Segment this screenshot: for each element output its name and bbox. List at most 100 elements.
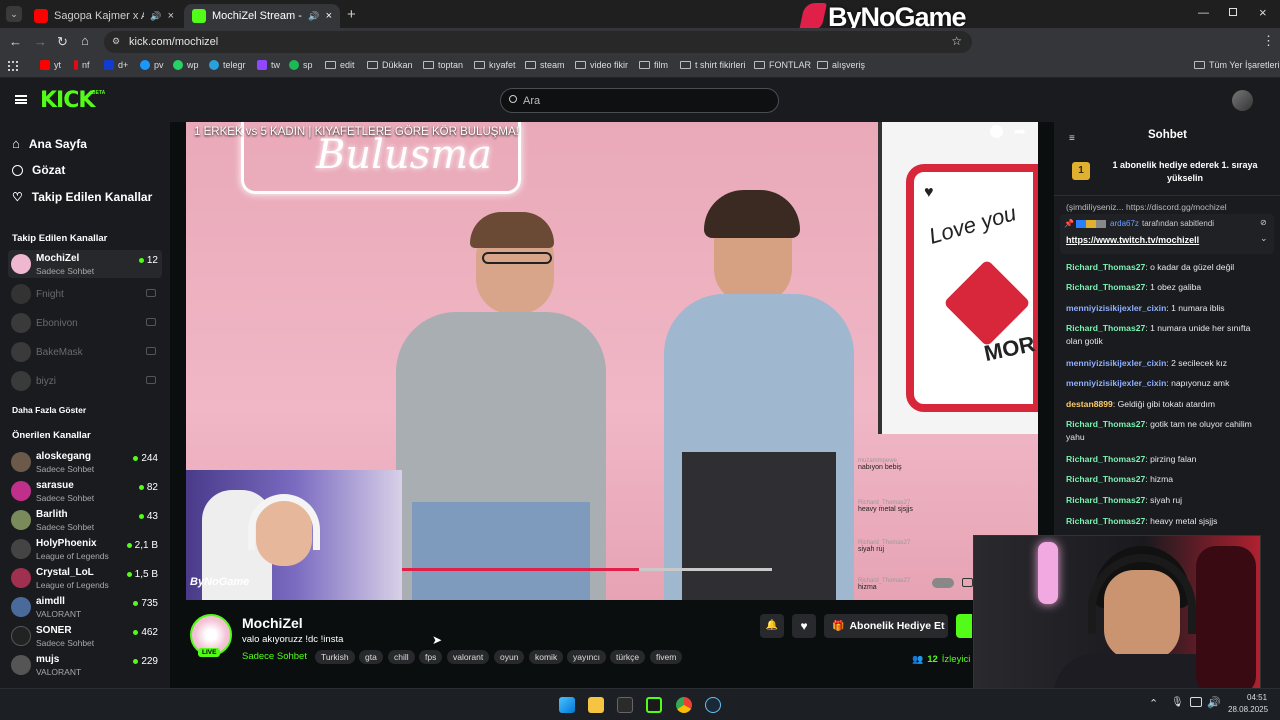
- bookmark-video-fikir[interactable]: video fikir: [575, 60, 628, 70]
- sidebar-channel-sarasue[interactable]: sarasue Sadece Sohbet 82: [8, 477, 162, 505]
- bookmark-kiyafet[interactable]: kıyafet: [474, 60, 516, 70]
- forward-icon[interactable]: →: [34, 34, 47, 49]
- bookmark-toptan[interactable]: toptan: [423, 60, 463, 70]
- sidebar-channel-biyzi[interactable]: biyzi: [8, 367, 162, 395]
- bookmark-fontlar[interactable]: FONTLAR: [754, 60, 811, 70]
- chat-user[interactable]: destan8899: [1066, 399, 1113, 409]
- bookmark-wp[interactable]: wp: [173, 60, 199, 70]
- chat-user[interactable]: menniyizisikijexler_cixin: [1066, 358, 1166, 368]
- subscribe-button[interactable]: [956, 614, 972, 638]
- chrome-icon[interactable]: [676, 697, 692, 713]
- streamer-name[interactable]: MochiZel: [242, 615, 303, 631]
- sidebar-channel-fnight[interactable]: Fnight: [8, 280, 162, 308]
- menu-dots-icon[interactable]: ⋮: [1262, 33, 1275, 49]
- user-avatar[interactable]: [1232, 90, 1253, 111]
- sidebar-channel-mujs[interactable]: mujs VALORANT 229: [8, 651, 162, 679]
- sidebar-channel-aimdll[interactable]: aimdll VALORANT 735: [8, 593, 162, 621]
- all-bookmarks[interactable]: Tüm Yer İşaretleri: [1194, 60, 1280, 70]
- pinned-message[interactable]: 📌 arda67z tarafından sabitlendi ⊘ https:…: [1060, 214, 1274, 254]
- collapse-chat-icon[interactable]: ≡: [1069, 133, 1075, 144]
- sidebar-channel-barlith[interactable]: Barlith Sadece Sohbet 43: [8, 506, 162, 534]
- nav-browse[interactable]: Gözat: [12, 163, 65, 177]
- close-icon[interactable]: ×: [168, 10, 174, 22]
- clock-time[interactable]: 04:51: [1247, 693, 1267, 702]
- sidebar-channel-ebonivon[interactable]: Ebonivon: [8, 309, 162, 337]
- chevron-down-icon[interactable]: ⌄: [1260, 233, 1268, 244]
- tag-yayinci[interactable]: yayıncı: [567, 650, 606, 664]
- sidebar-channel-soner[interactable]: SONER Sadece Sohbet 462: [8, 622, 162, 650]
- sidebar-channel-crystal-lol[interactable]: Crystal_LoL League of Legends 1,5 B: [8, 564, 162, 592]
- tag-oyun[interactable]: oyun: [494, 650, 525, 664]
- file-explorer-icon[interactable]: [588, 697, 604, 713]
- chat-user[interactable]: menniyizisikijexler_cixin: [1066, 378, 1166, 388]
- follow-heart-button[interactable]: ♥: [792, 614, 816, 638]
- bookmark-steam[interactable]: steam: [525, 60, 565, 70]
- home-icon[interactable]: ⌂: [81, 33, 89, 48]
- sidebar-channel-aloskegang[interactable]: aloskegang Sadece Sohbet 244: [8, 448, 162, 476]
- tag-komik[interactable]: komik: [529, 650, 564, 664]
- hamburger-menu-icon[interactable]: [15, 95, 27, 104]
- back-icon[interactable]: ←: [9, 34, 22, 49]
- bookmark-tshirt[interactable]: t shirt fikirleri: [680, 60, 746, 70]
- bookmark-alisveris[interactable]: alışveriş: [817, 60, 865, 70]
- bookmark-sp[interactable]: sp: [289, 60, 313, 70]
- sidebar-channel-holyphoenix[interactable]: HolyPhoenix League of Legends 2,1 B: [8, 535, 162, 563]
- kick-logo[interactable]: KICK: [40, 88, 95, 113]
- site-info-icon[interactable]: ⚙: [112, 36, 120, 47]
- tray-chevron-icon[interactable]: ⌃: [1149, 697, 1158, 710]
- sidebar-channel-bakemask[interactable]: BakeMask: [8, 338, 162, 366]
- bookmark-pv[interactable]: pv: [140, 60, 164, 70]
- reload-icon[interactable]: ↻: [57, 34, 68, 50]
- steam-icon[interactable]: [705, 697, 721, 713]
- bookmark-star-icon[interactable]: ☆: [951, 34, 962, 48]
- clock-icon[interactable]: [990, 125, 1003, 138]
- bookmark-edit[interactable]: edit: [325, 60, 355, 70]
- unpin-icon[interactable]: ⊘: [1260, 218, 1267, 227]
- audio-icon[interactable]: 🔊: [150, 11, 161, 22]
- terminal-icon[interactable]: [617, 697, 633, 713]
- app-icon[interactable]: [646, 697, 662, 713]
- apps-grid-icon[interactable]: [8, 61, 18, 71]
- minimize-icon[interactable]: —: [1198, 7, 1209, 19]
- audio-icon[interactable]: 🔊: [308, 11, 319, 22]
- bookmark-tw[interactable]: tw: [257, 60, 280, 70]
- windows-start-icon[interactable]: [559, 697, 575, 713]
- network-icon[interactable]: [1190, 697, 1202, 707]
- chat-user[interactable]: Richard_Thomas27: [1066, 323, 1145, 333]
- nav-home[interactable]: ⌂ Ana Sayfa: [12, 136, 87, 151]
- close-window-icon[interactable]: ×: [1259, 5, 1267, 20]
- notification-bell-button[interactable]: 🔔: [760, 614, 784, 638]
- bookmark-dukkan[interactable]: Dükkan: [367, 60, 413, 70]
- bookmark-film[interactable]: film: [639, 60, 668, 70]
- tab-sagopa[interactable]: Sagopa Kajmer x Aleyna Til 🔊 ×: [26, 4, 182, 28]
- settings-icon[interactable]: [962, 578, 973, 587]
- tag-chill[interactable]: chill: [388, 650, 415, 664]
- tag-fps[interactable]: fps: [419, 650, 443, 664]
- url-field[interactable]: ⚙ kick.com/mochizel ☆: [104, 31, 972, 53]
- close-icon[interactable]: ×: [326, 10, 332, 22]
- chat-user[interactable]: Richard_Thomas27: [1066, 516, 1145, 526]
- new-tab-icon[interactable]: +: [347, 6, 356, 23]
- gift-promo-banner[interactable]: 1 1 abonelik hediye ederek 1. sıraya yük…: [1054, 152, 1280, 196]
- search-box[interactable]: Ara: [500, 88, 779, 113]
- video-player[interactable]: Bulusma Love you MOR ♥ 1 ERKEK vs 5 KADI…: [186, 122, 1038, 600]
- clock-date[interactable]: 28.08.2025: [1228, 705, 1268, 714]
- maximize-icon[interactable]: [1229, 8, 1237, 16]
- progress-track[interactable]: [402, 568, 772, 571]
- chat-user[interactable]: Richard_Thomas27: [1066, 454, 1145, 464]
- share-icon[interactable]: ➦: [1014, 123, 1026, 140]
- nav-following[interactable]: ♡ Takip Edilen Kanallar: [12, 190, 152, 204]
- chat-user[interactable]: menniyizisikijexler_cixin: [1066, 303, 1166, 313]
- toggle-icon[interactable]: [932, 578, 954, 588]
- tab-mochizel[interactable]: MochiZel Stream - Watch Li 🔊 ×: [184, 4, 340, 28]
- tag-turkce[interactable]: türkçe: [610, 650, 646, 664]
- stream-category[interactable]: Sadece Sohbet: [242, 651, 307, 662]
- bookmark-yt[interactable]: yt: [40, 60, 61, 70]
- pinned-link[interactable]: https://www.twitch.tv/mochizell: [1066, 235, 1199, 245]
- sidebar-channel-mochizel[interactable]: MochiZel Sadece Sohbet 12: [8, 250, 162, 278]
- chat-user[interactable]: Richard_Thomas27: [1066, 495, 1145, 505]
- chat-user[interactable]: Richard_Thomas27: [1066, 419, 1145, 429]
- tag-valorant[interactable]: valorant: [447, 650, 490, 664]
- microphone-icon[interactable]: 🎙: [1171, 697, 1184, 708]
- chat-user[interactable]: Richard_Thomas27: [1066, 474, 1145, 484]
